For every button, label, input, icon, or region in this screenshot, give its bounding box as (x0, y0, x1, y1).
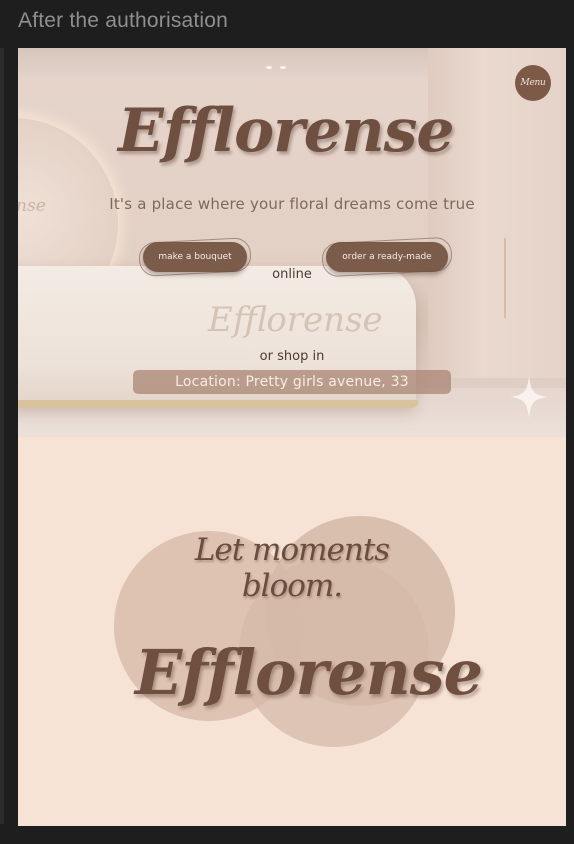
neighbor-frame-edge (0, 48, 4, 824)
artboard: ense Efflorense Menu Efflorense It's a p… (18, 48, 566, 826)
menu-button[interactable]: Menu (515, 65, 551, 101)
online-label: online (272, 267, 312, 282)
ceiling-light (266, 66, 272, 69)
frame-title: After the authorisation (18, 9, 229, 32)
make-bouquet-label: make a bouquet (158, 252, 232, 262)
counter-logo: Efflorense (208, 300, 383, 340)
tagline: It's a place where your floral dreams co… (109, 195, 475, 213)
shop-in-label: or shop in (259, 349, 325, 364)
order-ready-made-label: order a ready-made (342, 252, 432, 262)
hero-section: ense Efflorense Menu Efflorense It's a p… (18, 48, 566, 437)
ceiling-light (280, 66, 286, 69)
location-text: Location: Pretty girls avenue, 33 (175, 374, 409, 390)
location-badge[interactable]: Location: Pretty girls avenue, 33 (133, 370, 451, 394)
slogan: Let moments bloom. (194, 532, 390, 604)
counter-base (18, 400, 418, 408)
brand-logo-bottom: Efflorense (135, 636, 483, 709)
order-ready-made-button[interactable]: order a ready-made (326, 242, 448, 272)
make-bouquet-button[interactable]: make a bouquet (143, 242, 247, 272)
sparkle-icon (510, 376, 548, 418)
door-handle (504, 238, 506, 318)
brand-title: Efflorense (118, 96, 455, 166)
arch-logo-text: ense (18, 196, 46, 216)
